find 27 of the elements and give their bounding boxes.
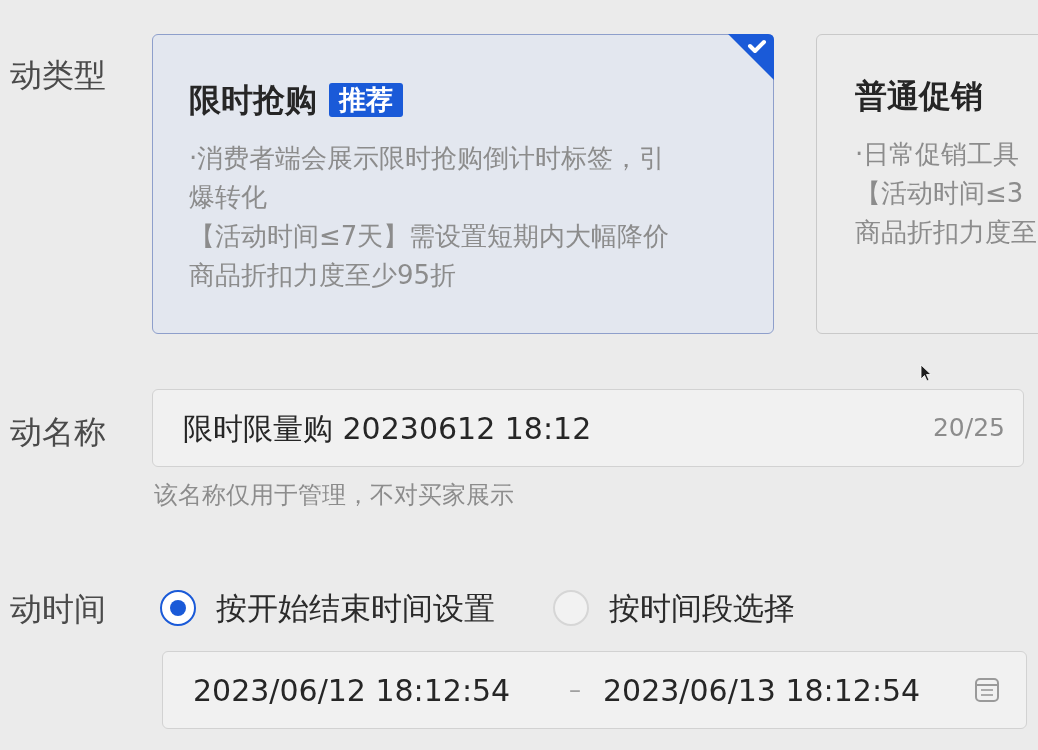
card-title: 限时抢购	[189, 81, 317, 119]
field-label: 动时间	[10, 590, 106, 628]
promotion-type-card[interactable]: 限时抢购 推荐 ·消费者端会展示限时抢购倒计时标签，引爆转化 【活动时间≤7天】需设置短期内大幅降价 商品折扣力度至少95折	[152, 34, 774, 334]
date-range-field[interactable]: 2023/06/12 18:12:54 – 2023/06/13 18:12:54	[162, 651, 1027, 729]
cursor-icon	[920, 364, 932, 382]
name-input[interactable]: 限时限量购 20230612 18:12	[183, 405, 623, 451]
field-hint: 该名称仅用于管理，不对买家展示	[153, 480, 515, 511]
range-separator: –	[569, 675, 582, 706]
end-date-input[interactable]: 2023/06/13 18:12:54	[603, 667, 933, 713]
start-date-input[interactable]: 2023/06/12 18:12:54	[193, 667, 523, 713]
radio-option[interactable]: 按时间段选择	[553, 587, 795, 629]
calendar-icon[interactable]	[974, 677, 1000, 703]
card-description: 商品折扣力度至	[855, 216, 1038, 249]
card-description: 商品折扣力度至少95折	[189, 259, 458, 292]
radio-option[interactable]: 按开始结束时间设置	[160, 587, 495, 629]
activity-name-field[interactable]: 限时限量购 20230612 18:12 20/25	[152, 389, 1024, 467]
promotion-type-card[interactable]: 普通促销 ·日常促销工具 【活动时间≤3 商品折扣力度至	[816, 34, 1038, 334]
radio-icon[interactable]	[160, 590, 196, 626]
card-title: 普通促销	[855, 77, 983, 115]
recommend-badge: 推荐	[329, 83, 403, 117]
card-description: ·日常促销工具	[855, 138, 1021, 171]
character-count: 20/25	[932, 412, 1005, 445]
card-description: 【活动时间≤7天】需设置短期内大幅降价	[189, 220, 671, 253]
field-label: 动类型	[10, 56, 106, 94]
field-label: 动名称	[10, 413, 106, 451]
card-description: ·消费者端会展示限时抢购倒计时标签，引爆转化	[189, 142, 667, 214]
card-description: 【活动时间≤3	[855, 177, 1025, 210]
